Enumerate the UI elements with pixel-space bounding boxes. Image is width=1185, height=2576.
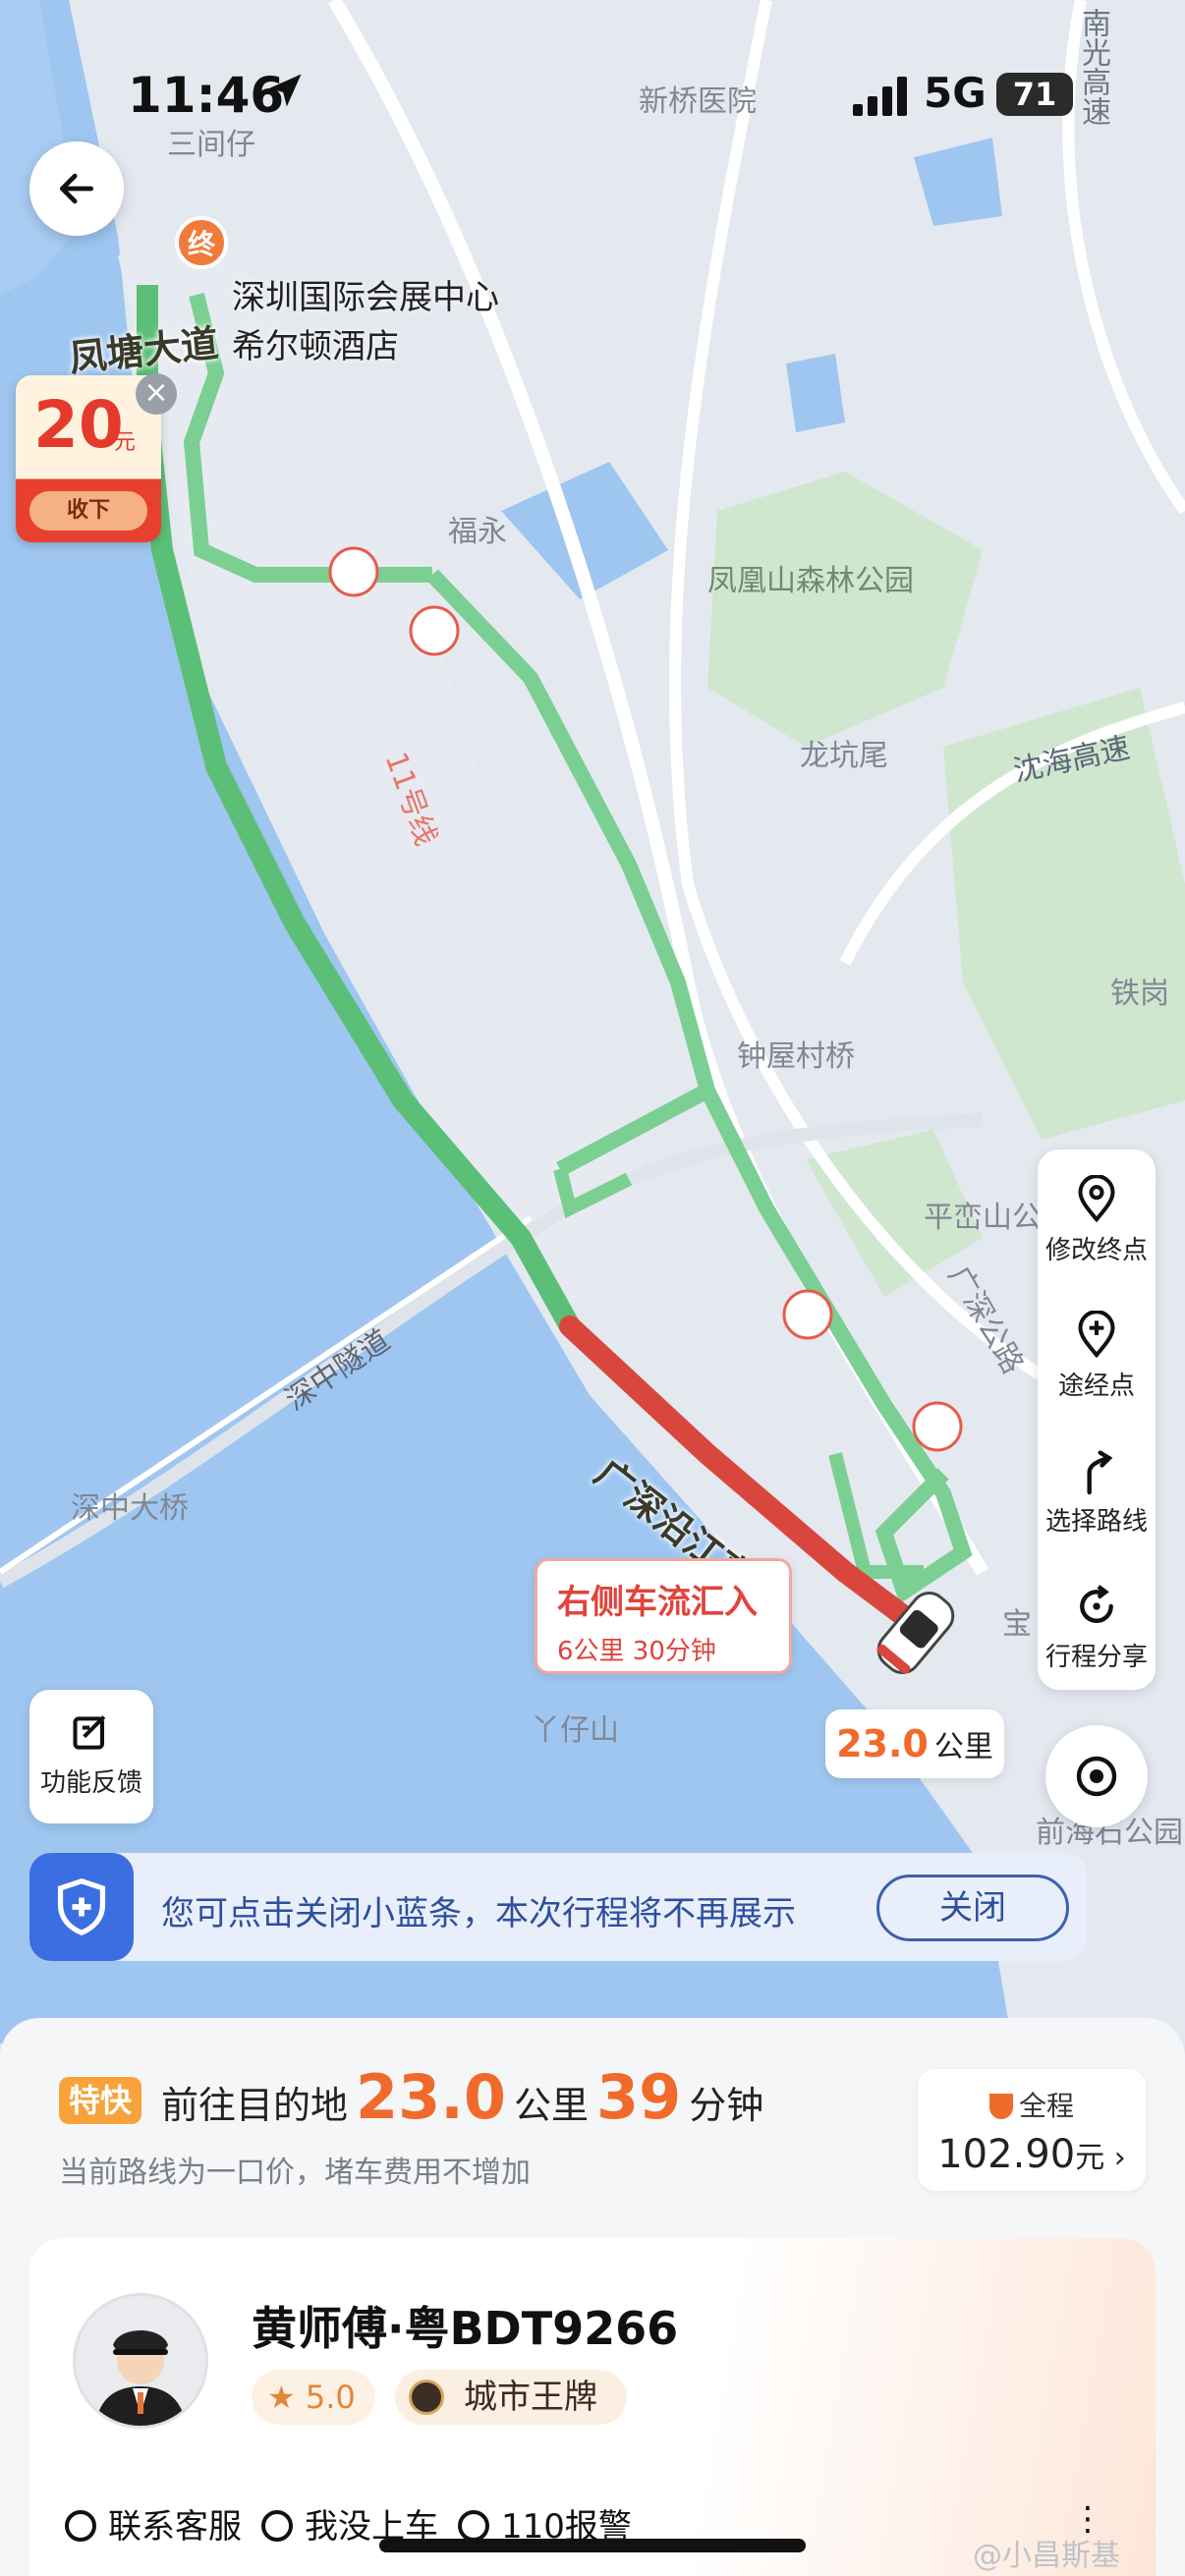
sad-face-icon [261, 2510, 293, 2542]
map-tools-panel: 修改终点 途经点 选择路线 行程分享 [1038, 1149, 1156, 1690]
traffic-title: 右侧车流汇入 [557, 1583, 758, 1622]
map-label-bao: 宝 [1002, 1607, 1032, 1642]
medal-icon [409, 2380, 444, 2415]
choose-route-button[interactable]: 选择路线 [1038, 1430, 1156, 1558]
fare-label-row: 全程 [918, 2085, 1146, 2124]
driver-rating-value: 5.0 [305, 2379, 356, 2416]
alarm-icon [458, 2510, 489, 2542]
change-destination-label: 修改终点 [1044, 1236, 1148, 1265]
map-label-longkengwei: 龙坑尾 [800, 739, 888, 773]
destination-line1: 深圳国际会展中心 [232, 278, 499, 317]
traffic-detail: 6公里 30分钟 [557, 1637, 716, 1666]
map-label-tiegang: 铁岗 [1110, 977, 1169, 1011]
destination-pin[interactable]: 终 [175, 216, 228, 269]
fare-unit: 元 › [1075, 2141, 1126, 2175]
feedback-button[interactable]: 功能反馈 [29, 1690, 153, 1823]
remaining-distance-unit: 公里 [933, 1730, 993, 1764]
trip-minutes: 39 [596, 2061, 682, 2133]
status-bar: 11:46 5G 71 [0, 0, 1185, 147]
network-type: 5G [924, 69, 987, 117]
location-pin-icon [1078, 1175, 1115, 1223]
add-pin-icon [1078, 1311, 1115, 1359]
fare-card[interactable]: 全程 102.90元 › [918, 2069, 1146, 2191]
map-view[interactable]: 三间仔 新桥医院 南光高速 福永 凤凰山森林公园 龙坑尾 沈海高速 铁岗 11号… [0, 0, 1185, 2044]
back-button[interactable] [29, 141, 124, 236]
map-label-bridge: 深中大桥 [71, 1491, 189, 1526]
trip-type-tag: 特快 [59, 2077, 142, 2124]
destination-line2: 希尔顿酒店 [232, 327, 399, 366]
arrow-left-icon [59, 173, 94, 204]
driver-card: 黄师傅·粤BDT9266 ★ 5.0 城市王牌 联系客服 我没上车 110报警 … [29, 2238, 1156, 2576]
feedback-label: 功能反馈 [39, 1768, 142, 1798]
destination-label: 深圳国际会展中心 希尔顿酒店 [232, 273, 499, 371]
share-trip-button[interactable]: 行程分享 [1038, 1566, 1156, 1694]
status-time: 11:46 [128, 67, 285, 124]
trip-minutes-unit: 分钟 [689, 2084, 764, 2127]
safety-banner-text: 您可点击关闭小蓝条，本次行程将不再展示 [161, 1894, 796, 1933]
coupon-collect-button[interactable]: 收下 [29, 491, 147, 531]
remaining-distance-chip: 23.0 公里 [825, 1709, 1004, 1778]
driver-rating: ★ 5.0 [252, 2370, 375, 2425]
fare-value: 102.90 [937, 2132, 1076, 2177]
map-label-pingluan: 平峦山公 [924, 1201, 1042, 1235]
coupon-amount: 20 [33, 387, 124, 463]
waypoint-button[interactable]: 途经点 [1038, 1295, 1156, 1423]
driver-badge-label: 城市王牌 [464, 2378, 597, 2417]
trip-distance: 23.0 [356, 2061, 506, 2133]
trip-note: 当前路线为一口价，堵车费用不增加 [59, 2156, 531, 2190]
headset-icon [65, 2510, 96, 2542]
contact-support-label: 联系客服 [108, 2507, 242, 2547]
share-trip-label: 行程分享 [1044, 1643, 1148, 1672]
change-destination-button[interactable]: 修改终点 [1038, 1159, 1156, 1287]
map-label-yazai: 丫仔山 [531, 1713, 619, 1748]
battery-level: 71 [996, 73, 1073, 116]
fare-value-row: 102.90元 › [918, 2132, 1146, 2177]
trip-prefix: 前往目的地 [161, 2084, 349, 2127]
map-label-zhongwu: 钟屋村桥 [737, 1039, 855, 1074]
coupon-close-icon[interactable]: × [136, 373, 177, 415]
traffic-callout[interactable]: 右侧车流汇入 6公里 30分钟 [535, 1558, 792, 1674]
cellular-signal-icon [853, 77, 907, 116]
driver-name: 黄师傅·粤BDT9266 [252, 2302, 679, 2355]
target-icon [1076, 1756, 1117, 1797]
map-label-park: 凤凰山森林公园 [707, 564, 914, 598]
trip-summary: 前往目的地 23.0 公里 39 分钟 [161, 2061, 763, 2133]
route-fork-icon [1087, 1450, 1113, 1495]
choose-route-label: 选择路线 [1044, 1507, 1148, 1537]
map-label-fuyong: 福永 [448, 515, 507, 549]
watermark: @小昌斯基 [973, 2539, 1120, 2573]
remaining-distance-value: 23.0 [836, 1722, 929, 1765]
fare-label: 全程 [1018, 2090, 1074, 2122]
share-refresh-icon [1080, 1585, 1113, 1623]
trip-distance-unit: 公里 [514, 2084, 590, 2127]
safety-banner-close-button[interactable]: 关闭 [876, 1875, 1069, 1941]
driver-badge[interactable]: 城市王牌 [395, 2370, 627, 2425]
edit-note-icon [73, 1715, 106, 1750]
locate-me-button[interactable] [1045, 1725, 1148, 1827]
contact-support-button[interactable]: 联系客服 [65, 2499, 242, 2548]
waypoint-label: 途经点 [1057, 1372, 1135, 1401]
coupon-unit: 元 [114, 430, 137, 455]
fare-shield-icon [988, 2094, 1013, 2119]
home-indicator[interactable] [379, 2539, 806, 2552]
driver-avatar[interactable] [73, 2293, 208, 2429]
shield-plus-icon [29, 1853, 134, 1961]
safety-banner: 您可点击关闭小蓝条，本次行程将不再展示 关闭 [29, 1853, 1087, 1961]
location-arrow-icon [268, 74, 302, 107]
